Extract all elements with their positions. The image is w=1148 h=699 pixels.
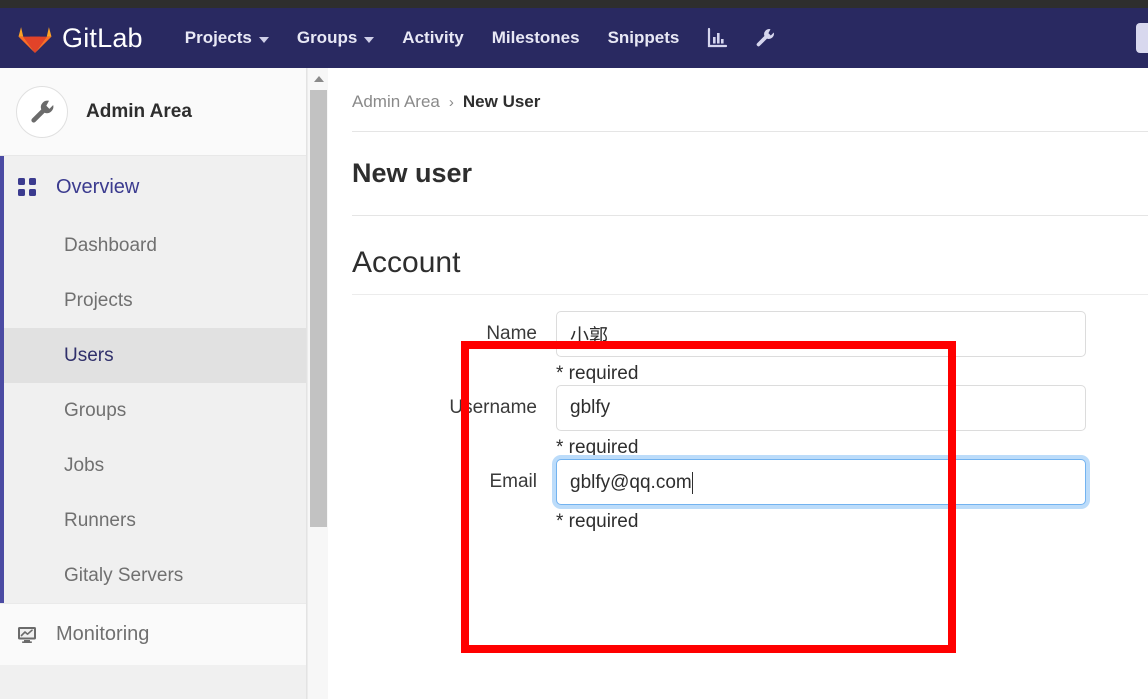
brand-name: GitLab <box>62 22 143 53</box>
sidebar-section-overview: Overview Dashboard Projects Users Groups… <box>0 156 306 603</box>
nav-item-snippets-label: Snippets <box>607 28 680 47</box>
breadcrumb-separator-icon: › <box>448 93 454 111</box>
monitor-chart-icon <box>16 625 38 645</box>
admin-wrench-icon[interactable] <box>741 17 789 59</box>
nav-item-activity[interactable]: Activity <box>388 18 477 58</box>
sidebar-item-monitoring[interactable]: Monitoring <box>0 603 306 665</box>
section-title-account: Account <box>352 246 461 279</box>
email-input-value: gblfy@qq.com <box>570 471 692 493</box>
sidebar-item-jobs[interactable]: Jobs <box>4 438 306 493</box>
gitlab-home-link[interactable]: GitLab <box>18 22 143 54</box>
sidebar-item-gitaly-servers[interactable]: Gitaly Servers <box>4 548 306 603</box>
form-row-name: Name * required <box>328 311 1148 385</box>
breadcrumb-current: New User <box>462 92 541 111</box>
form-row-username: Username * required <box>328 384 1148 459</box>
new-user-form: Name * required Username * required Emai… <box>328 295 1148 533</box>
grid-dashboard-icon <box>16 178 38 196</box>
sidebar-item-overview[interactable]: Overview <box>4 156 306 218</box>
name-field-label: Name <box>486 323 537 344</box>
email-field-label: Email <box>489 470 537 492</box>
analytics-chart-icon[interactable] <box>693 17 741 59</box>
sidebar-item-monitoring-label: Monitoring <box>56 623 150 645</box>
nav-item-activity-label: Activity <box>402 28 464 47</box>
sidebar-header-title: Admin Area <box>86 100 192 122</box>
app-root: GitLab Projects Groups Activity Mileston… <box>0 0 1148 699</box>
username-required-hint: * required <box>556 436 639 458</box>
breadcrumb: Admin Area › New User <box>328 68 1148 112</box>
username-field-label: Username <box>449 396 537 418</box>
wrench-icon <box>16 85 68 138</box>
email-input[interactable]: gblfy@qq.com <box>556 458 1086 505</box>
email-required-hint: * required <box>556 510 639 532</box>
chevron-down-icon <box>364 37 375 43</box>
nav-item-milestones[interactable]: Milestones <box>478 18 594 58</box>
navbar-right-area <box>1136 8 1148 68</box>
name-input[interactable] <box>556 311 1086 357</box>
username-input[interactable] <box>556 384 1086 431</box>
sidebar-scrollbar-thumb[interactable] <box>310 90 327 527</box>
sidebar-item-groups-label: Groups <box>64 399 127 421</box>
breadcrumb-admin-area[interactable]: Admin Area <box>352 92 440 112</box>
admin-sidebar: Admin Area Overview Dashboard Projects U… <box>0 68 307 699</box>
sidebar-item-runners-label: Runners <box>64 509 136 531</box>
sidebar-item-runners[interactable]: Runners <box>4 493 306 548</box>
text-cursor <box>691 471 694 494</box>
gitlab-tanuki-icon <box>18 22 52 54</box>
main-content: Admin Area › New User New user Account N… <box>328 68 1148 699</box>
chevron-up-icon[interactable] <box>308 68 329 89</box>
sidebar-item-dashboard[interactable]: Dashboard <box>4 218 306 273</box>
window-top-strip <box>0 0 1148 8</box>
sidebar-item-groups[interactable]: Groups <box>4 383 306 438</box>
nav-item-groups-label: Groups <box>296 28 358 47</box>
sidebar-header[interactable]: Admin Area <box>0 68 306 156</box>
nav-item-groups[interactable]: Groups <box>283 18 388 58</box>
sidebar-item-projects-label: Projects <box>64 289 133 311</box>
name-required-hint: * required <box>556 363 639 384</box>
search-input[interactable] <box>1136 23 1148 53</box>
navbar-menu: Projects Groups Activity Milestones Snip… <box>171 17 790 59</box>
sidebar-scrollbar[interactable] <box>307 68 329 699</box>
nav-item-projects-label: Projects <box>184 28 252 47</box>
chevron-down-icon <box>258 37 269 43</box>
top-navbar: GitLab Projects Groups Activity Mileston… <box>0 8 1148 68</box>
page-title: New user <box>352 158 473 188</box>
sidebar-item-projects[interactable]: Projects <box>4 273 306 328</box>
sidebar-item-users-label: Users <box>64 344 114 366</box>
sidebar-item-gitaly-servers-label: Gitaly Servers <box>64 564 184 586</box>
sidebar-item-overview-label: Overview <box>56 175 140 198</box>
form-row-email: Email gblfy@qq.com * required <box>328 458 1148 533</box>
nav-item-projects[interactable]: Projects <box>171 18 283 58</box>
sidebar-item-jobs-label: Jobs <box>64 454 105 476</box>
nav-item-milestones-label: Milestones <box>491 28 580 47</box>
sidebar-item-users[interactable]: Users <box>4 328 306 383</box>
sidebar-item-dashboard-label: Dashboard <box>64 234 157 256</box>
nav-item-snippets[interactable]: Snippets <box>594 18 694 58</box>
